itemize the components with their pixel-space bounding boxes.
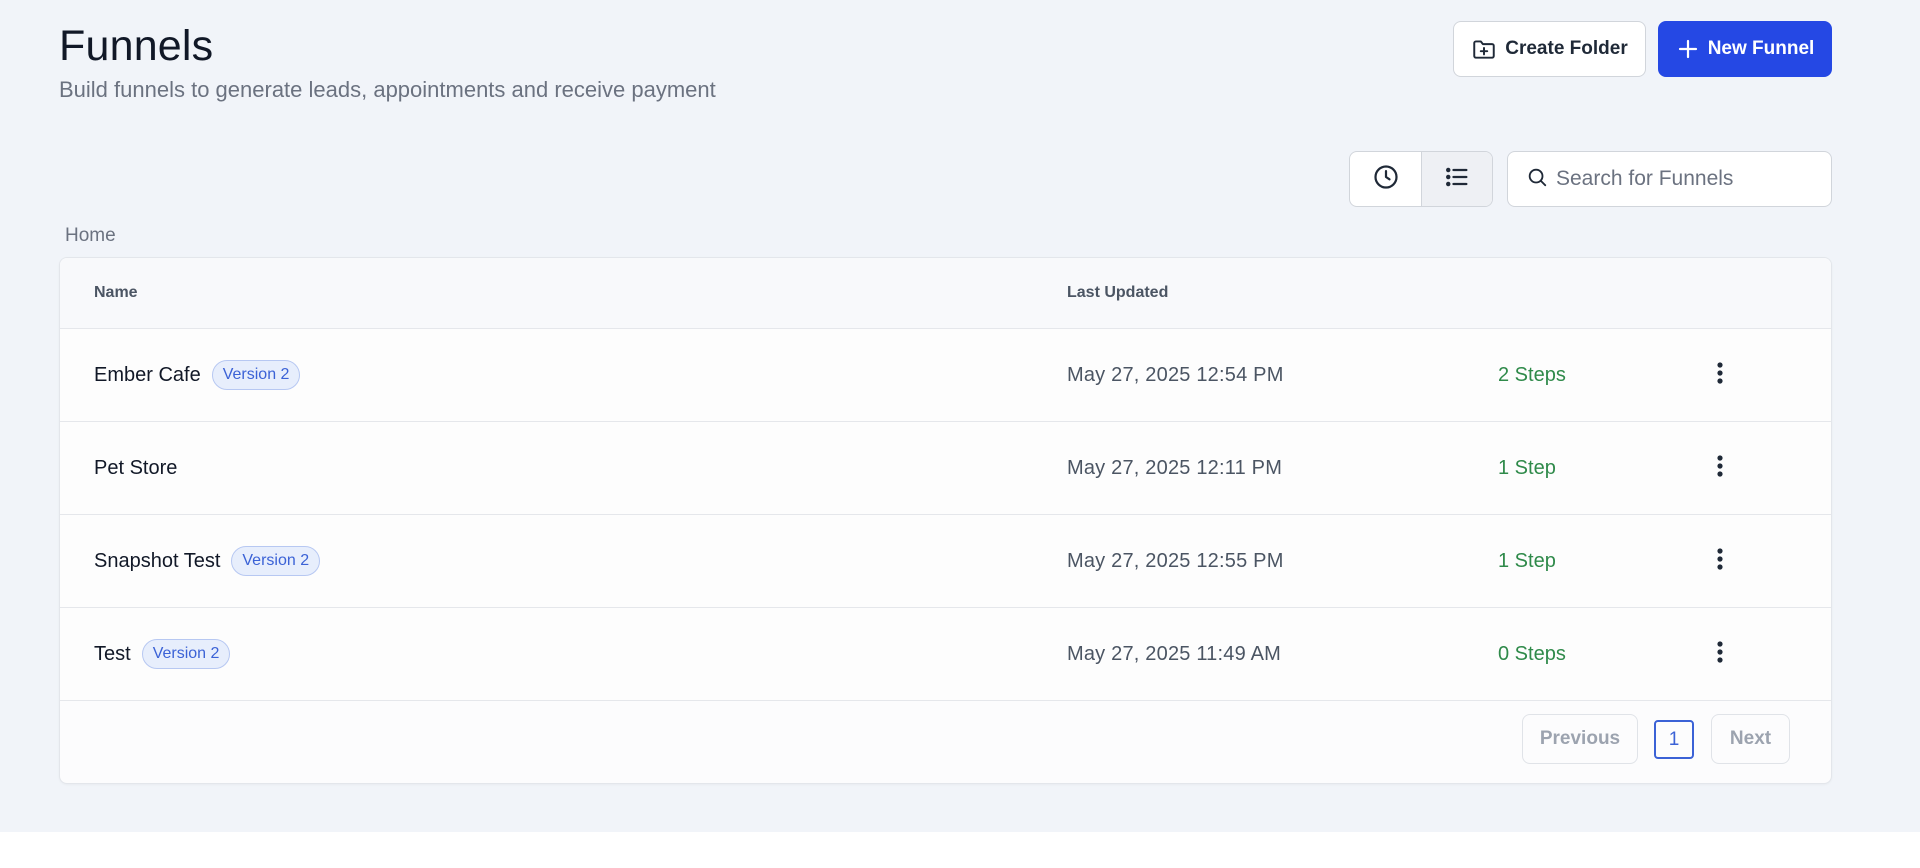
list-icon <box>1443 163 1471 196</box>
search-input[interactable] <box>1556 167 1816 191</box>
table-header: Name Last Updated <box>60 258 1831 329</box>
row-actions-button[interactable] <box>1705 422 1735 514</box>
more-vertical-icon <box>1716 361 1724 390</box>
new-funnel-button[interactable]: New Funnel <box>1658 21 1832 77</box>
more-vertical-icon <box>1716 454 1724 483</box>
row-actions-button[interactable] <box>1705 515 1735 607</box>
table-row[interactable]: Pet Store May 27, 2025 12:11 PM 1 Step <box>60 422 1831 515</box>
row-actions-button[interactable] <box>1705 329 1735 421</box>
clock-icon <box>1372 163 1400 196</box>
list-view-button[interactable] <box>1421 152 1492 206</box>
table-row[interactable]: Test Version 2 May 27, 2025 11:49 AM 0 S… <box>60 608 1831 701</box>
name-cell: Ember Cafe Version 2 <box>94 329 301 421</box>
funnels-table: Name Last Updated Ember Cafe Version 2 M… <box>59 257 1832 784</box>
name-cell: Snapshot Test Version 2 <box>94 515 321 607</box>
name-cell: Test Version 2 <box>94 608 231 700</box>
create-folder-button[interactable]: Create Folder <box>1453 21 1646 77</box>
more-vertical-icon <box>1716 640 1724 669</box>
last-updated: May 27, 2025 12:55 PM <box>1067 549 1284 572</box>
folder-plus-icon <box>1471 36 1497 62</box>
steps-count: 1 Step <box>1498 456 1556 479</box>
steps-count: 0 Steps <box>1498 642 1566 665</box>
table-row[interactable]: Ember Cafe Version 2 May 27, 2025 12:54 … <box>60 329 1831 422</box>
view-toggle <box>1349 151 1493 207</box>
last-updated: May 27, 2025 12:11 PM <box>1067 456 1283 479</box>
more-vertical-icon <box>1716 547 1724 576</box>
create-folder-label: Create Folder <box>1505 38 1628 59</box>
column-header-last-updated: Last Updated <box>1067 284 1169 301</box>
funnels-page: Funnels Build funnels to generate leads,… <box>0 0 1920 832</box>
breadcrumb[interactable]: Home <box>65 225 116 247</box>
version-badge: Version 2 <box>141 639 231 669</box>
page-number-button[interactable]: 1 <box>1654 720 1694 759</box>
steps-count: 1 Step <box>1498 549 1556 572</box>
next-page-button[interactable]: Next <box>1711 714 1790 764</box>
steps-count: 2 Steps <box>1498 363 1566 386</box>
recent-view-button[interactable] <box>1350 152 1421 206</box>
last-updated: May 27, 2025 11:49 AM <box>1067 642 1281 665</box>
row-actions-button[interactable] <box>1705 608 1735 700</box>
column-header-name: Name <box>94 284 138 301</box>
plus-icon <box>1676 37 1700 61</box>
last-updated: May 27, 2025 12:54 PM <box>1067 363 1284 386</box>
new-funnel-label: New Funnel <box>1707 38 1815 59</box>
funnel-name[interactable]: Pet Store <box>94 457 177 480</box>
search-icon <box>1526 166 1548 193</box>
previous-page-button[interactable]: Previous <box>1522 714 1638 764</box>
version-badge: Version 2 <box>211 360 301 390</box>
version-badge: Version 2 <box>231 546 321 576</box>
funnel-name[interactable]: Ember Cafe <box>94 364 201 387</box>
page-title: Funnels <box>59 22 214 70</box>
page-subtitle: Build funnels to generate leads, appoint… <box>59 77 716 102</box>
funnel-name[interactable]: Snapshot Test <box>94 550 220 573</box>
search-box <box>1507 151 1832 207</box>
name-cell: Pet Store <box>94 422 177 514</box>
table-row[interactable]: Snapshot Test Version 2 May 27, 2025 12:… <box>60 515 1831 608</box>
funnel-name[interactable]: Test <box>94 643 131 666</box>
